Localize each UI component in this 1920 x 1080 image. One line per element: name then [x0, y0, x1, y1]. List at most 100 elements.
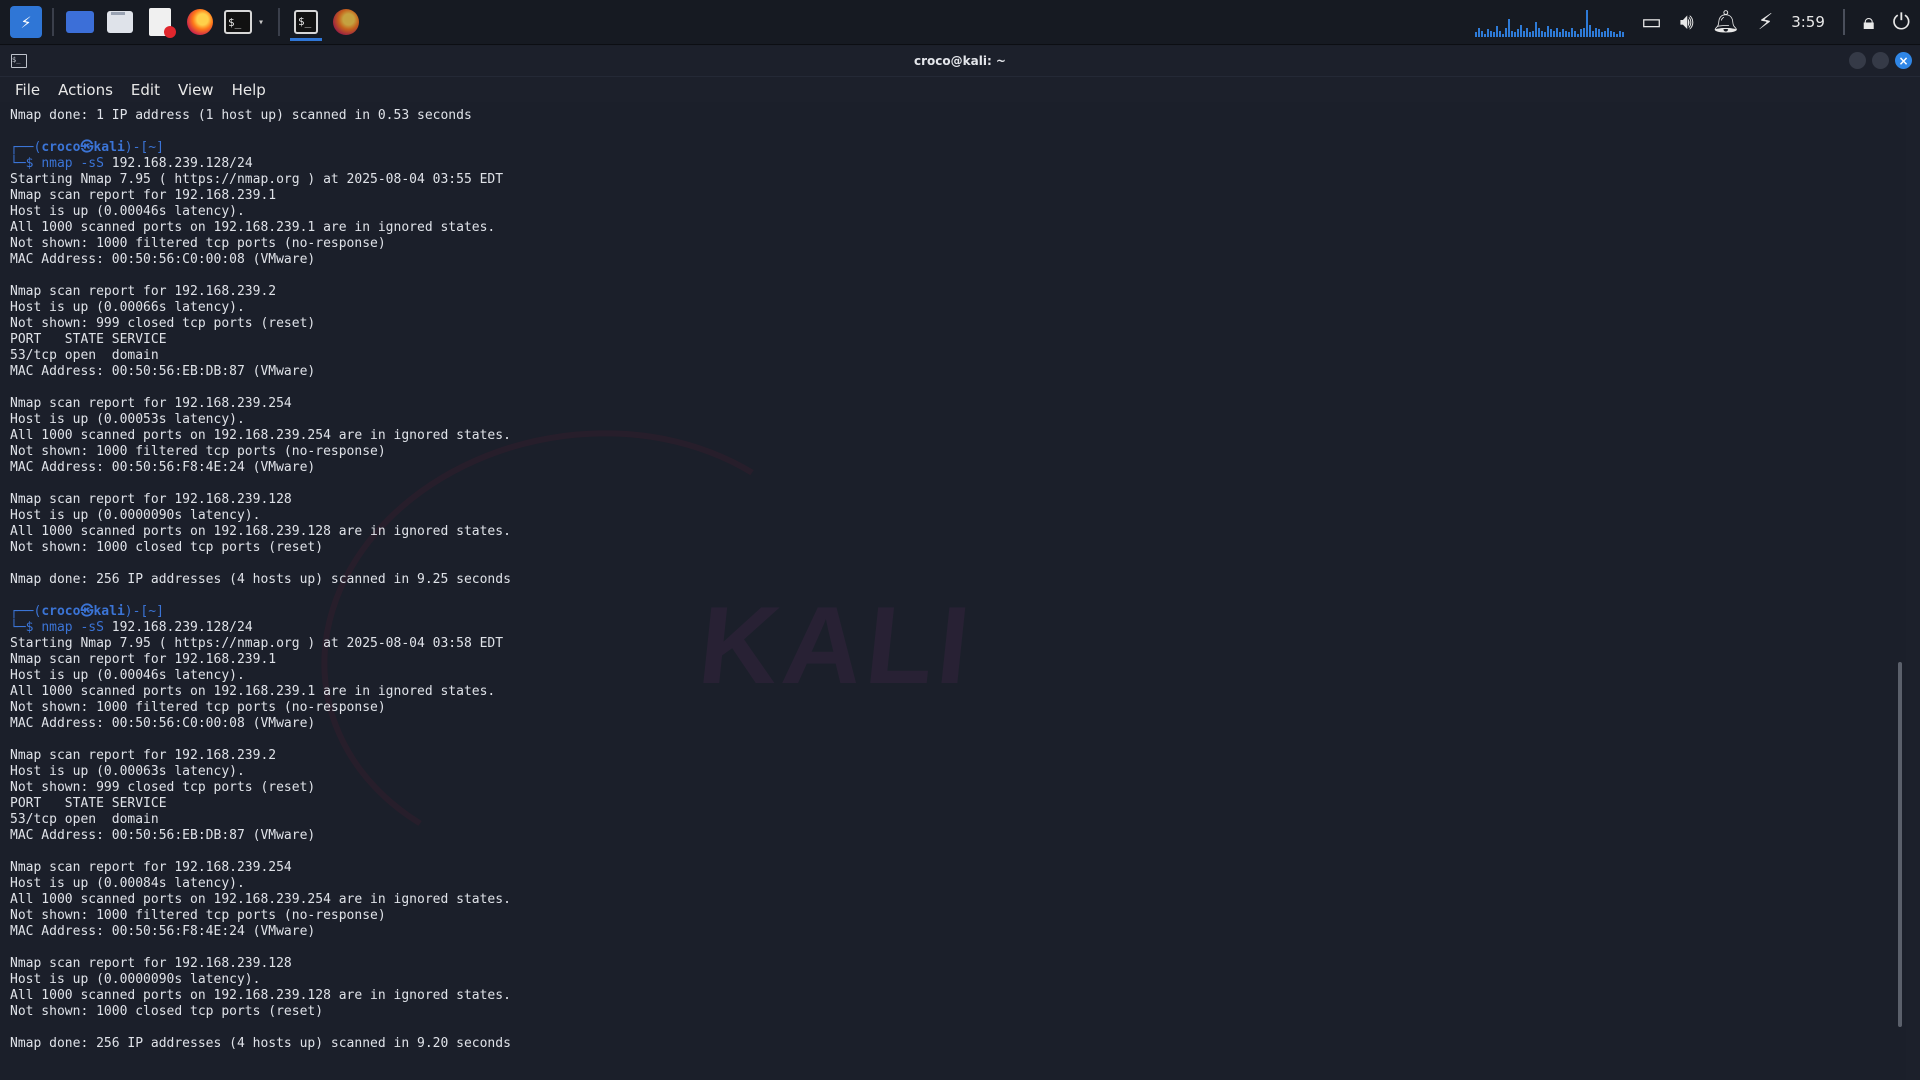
taskbar-window-terminal[interactable]: $_: [290, 5, 322, 41]
graph-bar: [1616, 34, 1619, 37]
output-line: MAC Address: 00:50:56:C0:00:08 (VMware): [10, 716, 316, 731]
close-button[interactable]: ×: [1895, 52, 1912, 69]
menu-help[interactable]: Help: [225, 79, 273, 101]
output-line: MAC Address: 00:50:56:C0:00:08 (VMware): [10, 252, 316, 267]
output-line: Host is up (0.00046s latency).: [10, 204, 245, 219]
logout-icon[interactable]: ⏻: [1893, 10, 1910, 35]
output-line: Host is up (0.00063s latency).: [10, 764, 245, 779]
graph-bar: [1520, 25, 1523, 37]
lock-icon[interactable]: 🔒︎: [1863, 10, 1875, 35]
output-line: Not shown: 1000 closed tcp ports (reset): [10, 540, 324, 555]
maximize-button[interactable]: [1872, 52, 1889, 69]
graph-bar: [1550, 29, 1553, 37]
graph-bar: [1475, 32, 1478, 37]
prompt-command: └─$ nmap -sS 192.168.239.128/24: [10, 620, 1906, 636]
output-line: Not shown: 1000 filtered tcp ports (no-r…: [10, 444, 386, 459]
minimize-button[interactable]: [1849, 52, 1866, 69]
output-line: MAC Address: 00:50:56:F8:4E:24 (VMware): [10, 924, 316, 939]
graph-bar: [1553, 31, 1556, 37]
prompt-at-symbol: ㉿: [80, 604, 94, 619]
taskbar-window-firefox[interactable]: [330, 6, 362, 38]
menu-file[interactable]: File: [8, 79, 47, 101]
graph-bar: [1511, 31, 1514, 37]
output-line: Nmap scan report for 192.168.239.1: [10, 652, 277, 667]
prompt-host: kali: [93, 140, 125, 155]
workspace-launcher[interactable]: [64, 6, 96, 38]
graph-bar: [1556, 28, 1559, 37]
graph-bar: [1589, 25, 1592, 37]
prompt-header: ┌──(croco㉿kali)-[~]: [10, 140, 1906, 156]
output-line: Starting Nmap 7.95 ( https://nmap.org ) …: [10, 636, 504, 651]
chevron-down-icon[interactable]: ▾: [254, 6, 268, 38]
graph-bar: [1523, 31, 1526, 37]
top-panel: ⚡ $_ ▾ $_ ▭ 🔊︎ 🔔︎ ⚡ 3:59 🔒︎ ⏻: [0, 0, 1920, 45]
graph-bar: [1529, 32, 1532, 37]
output-line: All 1000 scanned ports on 192.168.239.1 …: [10, 684, 496, 699]
prompt-path: )-[~]: [124, 604, 164, 619]
terminal-window: $_ croco@kali: ~ × File Actions Edit Vie…: [0, 46, 1920, 1080]
graph-bar: [1505, 28, 1508, 37]
output-line: Host is up (0.0000090s latency).: [10, 508, 261, 523]
graph-bar: [1532, 31, 1535, 37]
output-line: Nmap scan report for 192.168.239.2: [10, 748, 277, 763]
output-line: All 1000 scanned ports on 192.168.239.1 …: [10, 220, 496, 235]
output-line: Nmap scan report for 192.168.239.254: [10, 396, 292, 411]
file-manager-icon: [107, 11, 133, 33]
output-line: Nmap done: 256 IP addresses (4 hosts up)…: [10, 572, 511, 587]
graph-bar: [1478, 28, 1481, 37]
output-line: All 1000 scanned ports on 192.168.239.25…: [10, 892, 511, 907]
output-line: Starting Nmap 7.95 ( https://nmap.org ) …: [10, 172, 504, 187]
volume-icon[interactable]: 🔊︎: [1680, 10, 1694, 35]
graph-bar: [1484, 34, 1487, 37]
prompt-at-symbol: ㉿: [80, 140, 94, 155]
firefox-icon: [187, 9, 213, 35]
output-line: Not shown: 1000 closed tcp ports (reset): [10, 1004, 324, 1019]
clock[interactable]: 3:59: [1791, 13, 1825, 31]
window-icon[interactable]: ▭: [1641, 10, 1662, 35]
menu-view[interactable]: View: [171, 79, 221, 101]
firefox-launcher[interactable]: [184, 6, 216, 38]
text-editor-launcher[interactable]: [144, 6, 176, 38]
output-line: Nmap scan report for 192.168.239.254: [10, 860, 292, 875]
output-line: Not shown: 999 closed tcp ports (reset): [10, 316, 316, 331]
graph-bar: [1481, 31, 1484, 37]
graph-bar: [1547, 26, 1550, 37]
output-line: PORT STATE SERVICE: [10, 332, 167, 347]
graph-bar: [1592, 31, 1595, 37]
menu-bar: File Actions Edit View Help: [0, 77, 1920, 103]
output-line: Nmap done: 256 IP addresses (4 hosts up)…: [10, 1036, 511, 1051]
output-line: MAC Address: 00:50:56:EB:DB:87 (VMware): [10, 364, 316, 379]
graph-bar: [1514, 32, 1517, 37]
graph-bar: [1526, 28, 1529, 37]
output-line: 53/tcp open domain: [10, 348, 159, 363]
prompt-command: └─$ nmap -sS 192.168.239.128/24: [10, 156, 1906, 172]
network-monitor-graph[interactable]: [1475, 7, 1625, 37]
graph-bar: [1493, 32, 1496, 37]
terminal-lines: Nmap done: 1 IP address (1 host up) scan…: [0, 102, 1906, 1052]
kali-menu-icon[interactable]: ⚡: [10, 6, 42, 38]
graph-bar: [1535, 22, 1538, 37]
terminal-icon: $_: [294, 9, 318, 34]
output-line: Nmap scan report for 192.168.239.128: [10, 492, 292, 507]
file-manager-launcher[interactable]: [104, 6, 136, 38]
power-icon[interactable]: ⚡: [1758, 10, 1773, 35]
prompt-path: )-[~]: [124, 140, 164, 155]
terminal-output-area[interactable]: KALI Nmap done: 1 IP address (1 host up)…: [0, 102, 1906, 1080]
menu-actions[interactable]: Actions: [51, 79, 120, 101]
output-line: 53/tcp open domain: [10, 812, 159, 827]
graph-bar: [1622, 32, 1625, 37]
graph-bar: [1568, 32, 1571, 37]
output-line: MAC Address: 00:50:56:EB:DB:87 (VMware): [10, 828, 316, 843]
scrollbar[interactable]: [1898, 662, 1902, 1027]
menu-edit[interactable]: Edit: [124, 79, 167, 101]
panel-separator: [52, 8, 54, 36]
terminal-launcher[interactable]: $_: [224, 10, 252, 34]
window-titlebar[interactable]: $_ croco@kali: ~ ×: [0, 46, 1920, 77]
output-line: Nmap scan report for 192.168.239.128: [10, 956, 292, 971]
notification-bell-icon[interactable]: 🔔︎: [1712, 10, 1740, 35]
window-controls: ×: [1849, 52, 1912, 69]
graph-bar: [1577, 34, 1580, 37]
graph-bar: [1517, 29, 1520, 37]
